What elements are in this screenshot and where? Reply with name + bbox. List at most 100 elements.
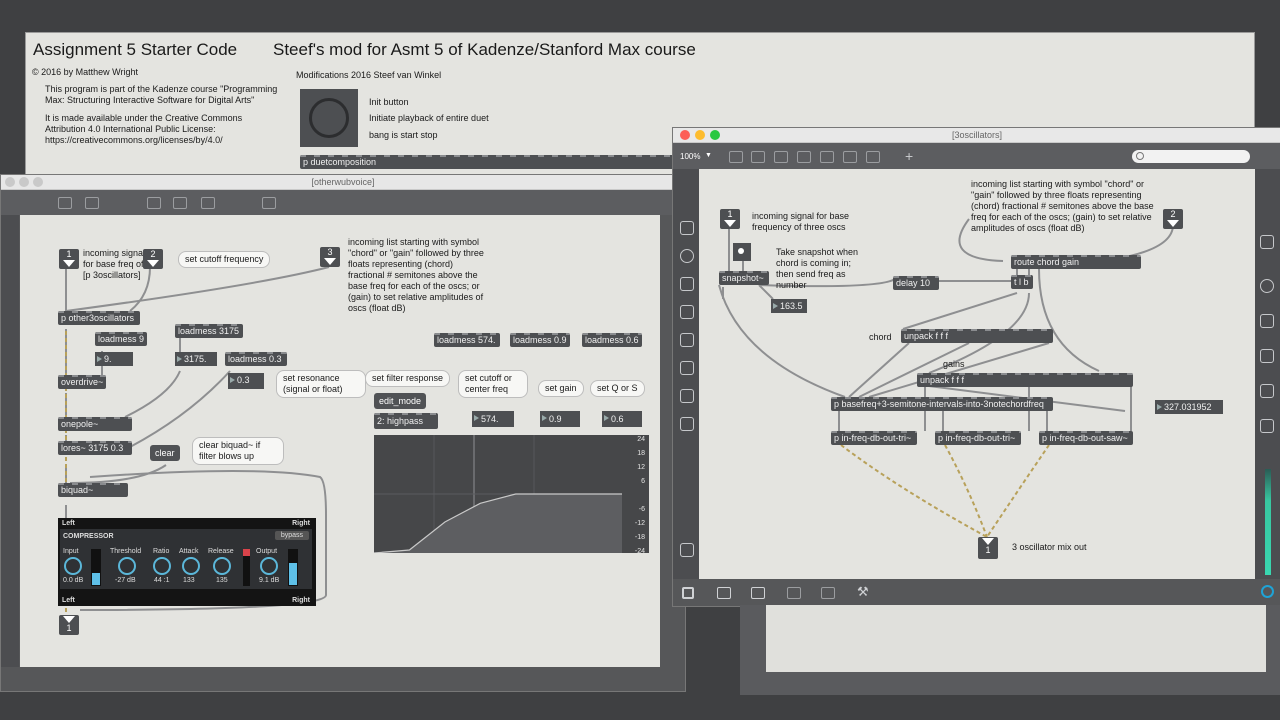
list-icon[interactable] bbox=[1260, 349, 1274, 363]
inlet-2[interactable]: 2 bbox=[1163, 209, 1183, 229]
toolbar-icon[interactable] bbox=[843, 151, 857, 163]
filtergraph-svg: 24 18 12 6 -6 -12 -18 -24 bbox=[374, 435, 645, 553]
filter-type-menu[interactable]: 2: highpass bbox=[374, 413, 438, 429]
number-06[interactable]: 0.6 bbox=[602, 411, 642, 427]
tri-osc-1-object[interactable]: p in-freq-db-out-tri~ bbox=[831, 431, 917, 445]
toolbar-icon[interactable] bbox=[797, 151, 811, 163]
saw-osc-object[interactable]: p in-freq-db-out-saw~ bbox=[1039, 431, 1133, 445]
bypass-button[interactable]: bypass bbox=[274, 531, 309, 540]
plus-icon[interactable]: + bbox=[905, 148, 913, 164]
outlet-1[interactable]: 1 bbox=[59, 615, 79, 635]
number-9[interactable]: 9. bbox=[95, 352, 133, 366]
loadmess-574-object[interactable]: loadmess 574. bbox=[434, 333, 500, 347]
route-object[interactable]: route chord gain bbox=[1011, 255, 1141, 269]
toolbar-icon[interactable] bbox=[729, 151, 743, 163]
biquad-object[interactable]: biquad~ bbox=[58, 483, 128, 497]
clear-message[interactable]: clear bbox=[150, 445, 180, 461]
toolbar-icon[interactable] bbox=[58, 197, 72, 209]
output-knob[interactable] bbox=[260, 557, 278, 575]
input-knob[interactable] bbox=[64, 557, 82, 575]
minimize-dot[interactable] bbox=[695, 130, 705, 140]
bang-button[interactable] bbox=[733, 243, 751, 261]
edit-mode-message[interactable]: edit_mode bbox=[374, 393, 427, 409]
toolbar-icon[interactable] bbox=[866, 151, 880, 163]
basefreq-object[interactable]: p basefreq+3-semitone-intervals-into-3no… bbox=[831, 397, 1053, 411]
music-note-icon[interactable] bbox=[680, 305, 694, 319]
plug-icon[interactable] bbox=[680, 417, 694, 431]
ratio-knob[interactable] bbox=[153, 557, 171, 575]
snapshot-object[interactable]: snapshot~ bbox=[719, 271, 769, 285]
number-574[interactable]: 574. bbox=[472, 411, 514, 427]
toolbar-icon[interactable] bbox=[147, 197, 161, 209]
number-327[interactable]: 327.031952 bbox=[1155, 400, 1223, 414]
unpack-gains-object[interactable]: unpack f f f bbox=[917, 373, 1133, 387]
grid-icon[interactable] bbox=[1260, 235, 1274, 249]
filtergraph[interactable]: 24 18 12 6 -6 -12 -18 -24 bbox=[374, 435, 649, 553]
trigger-object[interactable]: t l b bbox=[1011, 275, 1033, 289]
inlet-3[interactable]: 3 bbox=[320, 247, 340, 267]
other3oscillators-object[interactable]: p other3oscillators bbox=[58, 311, 140, 325]
loadmess-3175-object[interactable]: loadmess 3175 bbox=[175, 324, 243, 338]
loadmess-06-object[interactable]: loadmess 0.6 bbox=[582, 333, 642, 347]
toolbar-icon[interactable] bbox=[173, 197, 187, 209]
init-bang-button[interactable] bbox=[300, 89, 358, 147]
info-icon[interactable] bbox=[1260, 279, 1274, 293]
number-1635[interactable]: 163.5 bbox=[771, 299, 807, 313]
onepole-object[interactable]: onepole~ bbox=[58, 417, 132, 431]
loadmess-03-object[interactable]: loadmess 0.3 bbox=[225, 352, 287, 366]
lores-object[interactable]: lores~ 3175 0.3 bbox=[58, 441, 132, 455]
loadmess-09-object[interactable]: loadmess 0.9 bbox=[510, 333, 570, 347]
outlet-1[interactable]: 1 bbox=[978, 537, 998, 559]
image-icon[interactable] bbox=[680, 361, 694, 375]
zoom-level[interactable]: 100% bbox=[680, 152, 700, 161]
inlet-1[interactable]: 1 bbox=[720, 209, 740, 229]
inlet-2[interactable]: 2 bbox=[143, 249, 163, 269]
threshold-knob[interactable] bbox=[118, 557, 136, 575]
duet-composition-object[interactable]: p duetcomposition bbox=[300, 155, 675, 169]
cube-icon[interactable] bbox=[680, 221, 694, 235]
target-icon[interactable] bbox=[680, 249, 694, 263]
grid-icon[interactable] bbox=[787, 587, 801, 599]
loadmess-9-object[interactable]: loadmess 9 bbox=[95, 332, 147, 346]
release-knob[interactable] bbox=[213, 557, 231, 575]
paperclip-icon[interactable] bbox=[680, 389, 694, 403]
minimize-dot[interactable] bbox=[19, 177, 29, 187]
zoom-dot[interactable] bbox=[33, 177, 43, 187]
close-dot[interactable] bbox=[680, 130, 690, 140]
lock-icon[interactable] bbox=[682, 587, 694, 599]
reference-icon[interactable] bbox=[1260, 384, 1274, 398]
presentation-icon[interactable] bbox=[751, 587, 765, 599]
number-3175[interactable]: 3175. bbox=[175, 352, 217, 366]
media-icon[interactable] bbox=[680, 333, 694, 347]
overdrive-object[interactable]: overdrive~ bbox=[58, 375, 106, 389]
wrench-icon[interactable]: ⚒ bbox=[857, 584, 869, 600]
zoom-dot[interactable] bbox=[710, 130, 720, 140]
toolbar-icon[interactable] bbox=[774, 151, 788, 163]
chevron-down-icon[interactable]: ▼ bbox=[705, 152, 712, 159]
unpack-chord-object[interactable]: unpack f f f bbox=[901, 329, 1053, 343]
tri-osc-2-object[interactable]: p in-freq-db-out-tri~ bbox=[935, 431, 1021, 445]
camera-icon[interactable] bbox=[1260, 419, 1274, 433]
grid-icon[interactable] bbox=[680, 277, 694, 291]
power-icon[interactable] bbox=[1261, 585, 1274, 598]
search-input[interactable] bbox=[1132, 150, 1250, 163]
attack-knob[interactable] bbox=[182, 557, 200, 575]
ratio-value: 44 :1 bbox=[154, 577, 170, 584]
windows-icon[interactable] bbox=[717, 587, 731, 599]
toolbar-icon[interactable] bbox=[262, 197, 276, 209]
delay-object[interactable]: delay 10 bbox=[893, 276, 939, 290]
close-dot[interactable] bbox=[5, 177, 15, 187]
number-03[interactable]: 0.3 bbox=[228, 373, 264, 389]
star-icon[interactable] bbox=[680, 543, 694, 557]
toolbar-icon[interactable] bbox=[201, 197, 215, 209]
chord-label: chord bbox=[869, 332, 892, 342]
number-09[interactable]: 0.9 bbox=[540, 411, 580, 427]
book-icon[interactable] bbox=[1260, 314, 1274, 328]
inlet-1[interactable]: 1 bbox=[59, 249, 79, 269]
toolbar-icon[interactable] bbox=[85, 197, 99, 209]
toolbar-icon[interactable] bbox=[820, 151, 834, 163]
toolbar-icon[interactable] bbox=[751, 151, 765, 163]
gain-reduction-meter bbox=[243, 549, 250, 586]
snap-icon[interactable] bbox=[821, 587, 835, 599]
init-button-label: Init button bbox=[369, 97, 409, 107]
